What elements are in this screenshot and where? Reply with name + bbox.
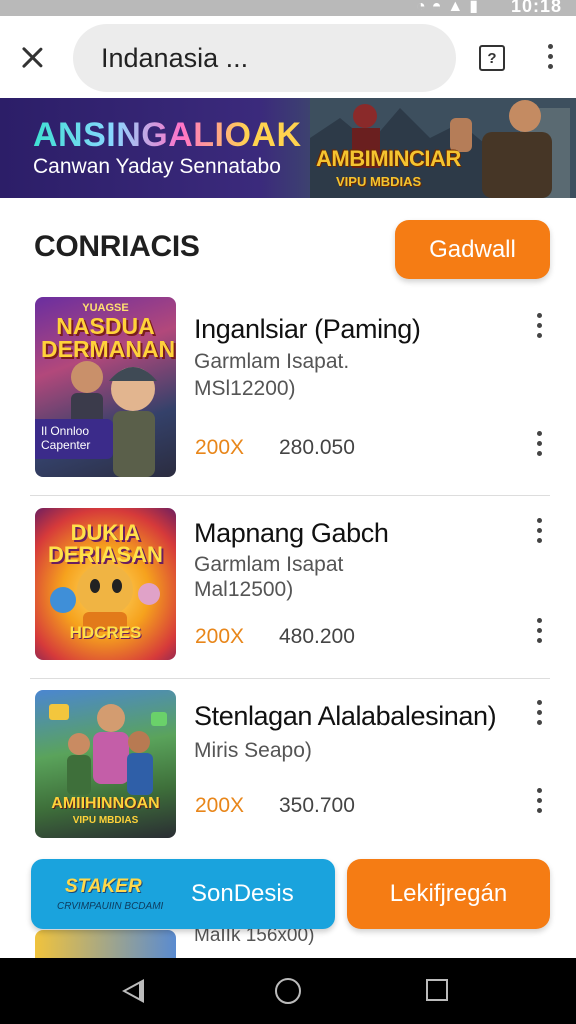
- item-secondary-menu-icon[interactable]: [529, 431, 549, 461]
- url-text: Indanasia ...: [101, 42, 249, 73]
- lekifregan-button[interactable]: Lekifjregán: [347, 859, 550, 929]
- sondesis-button[interactable]: STAKER CRVIMPAUIIN BCDAMI SonDesis: [31, 859, 335, 929]
- game-thumbnail[interactable]: YUAGSE NASDUA DERMANAN Il Onnloo Capente…: [35, 297, 176, 477]
- item-subtitle-2: MSl12200): [194, 377, 296, 400]
- item-title: Stenlagan Alalabalesinan): [194, 701, 497, 731]
- divider: [30, 678, 550, 679]
- banner-subtitle: Canwan Yaday Sennatabo: [33, 155, 281, 178]
- banner-art-logo: AMBIMINCIAR: [316, 146, 461, 171]
- divider: [30, 495, 550, 496]
- game-thumbnail[interactable]: [35, 930, 176, 960]
- system-nav-bar: [0, 958, 576, 1024]
- item-menu-icon[interactable]: [529, 313, 549, 343]
- list-item[interactable]: YUAGSE NASDUA DERMANAN Il Onnloo Capente…: [0, 297, 576, 477]
- item-price: 350.700: [279, 794, 355, 817]
- item-price: 280.050: [279, 436, 355, 459]
- sondesis-label: SonDesis: [191, 880, 294, 907]
- item-menu-icon[interactable]: [529, 700, 549, 730]
- staker-logo: STAKER: [65, 876, 142, 897]
- list-item[interactable]: DUKIA DERIASAN HDCRES Mapnang Gabch Garm…: [0, 508, 576, 660]
- section-title: CONRIACIS: [34, 230, 200, 263]
- item-multiplier: 200X: [195, 436, 245, 459]
- home-icon[interactable]: [275, 978, 301, 1004]
- status-time: 10:18: [510, 0, 562, 16]
- item-secondary-menu-icon[interactable]: [529, 788, 549, 818]
- thumbnail-title: AMIIHINNOAN: [51, 795, 160, 812]
- overflow-menu-icon[interactable]: [539, 44, 561, 74]
- item-price: 480.200: [279, 625, 355, 648]
- status-bar: ◔◓▲▮ 10:18: [0, 0, 576, 16]
- game-thumbnail[interactable]: AMIIHINNOAN VIPU MBDIAS: [35, 690, 176, 838]
- item-title: Mapnang Gabch: [194, 518, 389, 548]
- back-icon[interactable]: [122, 979, 144, 1003]
- url-bar[interactable]: Indanasia ...: [73, 24, 456, 92]
- staker-subtitle: CRVIMPAUIIN BCDAMI: [57, 901, 164, 912]
- banner-art-logo-sub: VIPU MBDIAS: [336, 174, 422, 189]
- thumbnail-caption: VIPU MBDIAS: [72, 815, 139, 826]
- item-secondary-menu-icon[interactable]: [529, 618, 549, 648]
- thumbnail-caption: HDCRES: [69, 623, 142, 642]
- banner-title: ANSINGALIOAK: [33, 116, 302, 154]
- item-subtitle-2: Mal12500): [194, 578, 294, 601]
- item-multiplier: 200X: [195, 625, 245, 648]
- item-subtitle: Garmlam Isapat.: [194, 350, 350, 373]
- close-icon[interactable]: [14, 40, 50, 76]
- item-subtitle: Miris Seapo): [194, 739, 312, 762]
- status-icons: ◔◓▲▮: [416, 0, 484, 15]
- recents-icon[interactable]: [426, 979, 448, 1001]
- game-thumbnail[interactable]: DUKIA DERIASAN HDCRES: [35, 508, 176, 660]
- help-icon[interactable]: ?: [479, 45, 505, 71]
- item-menu-icon[interactable]: [529, 518, 549, 548]
- promo-banner[interactable]: ANSINGALIOAK Canwan Yaday Sennatabo AMBI…: [0, 98, 576, 198]
- item-title: Inganlsiar (Paming): [194, 314, 421, 344]
- thumbnail-badge: Il Onnloo Capenter: [35, 419, 113, 459]
- item-multiplier: 200X: [195, 794, 245, 817]
- app-bar: Indanasia ... ?: [0, 16, 576, 98]
- list-item[interactable]: AMIIHINNOAN VIPU MBDIAS Stenlagan Alalab…: [0, 690, 576, 838]
- gadwall-button[interactable]: Gadwall: [395, 220, 550, 279]
